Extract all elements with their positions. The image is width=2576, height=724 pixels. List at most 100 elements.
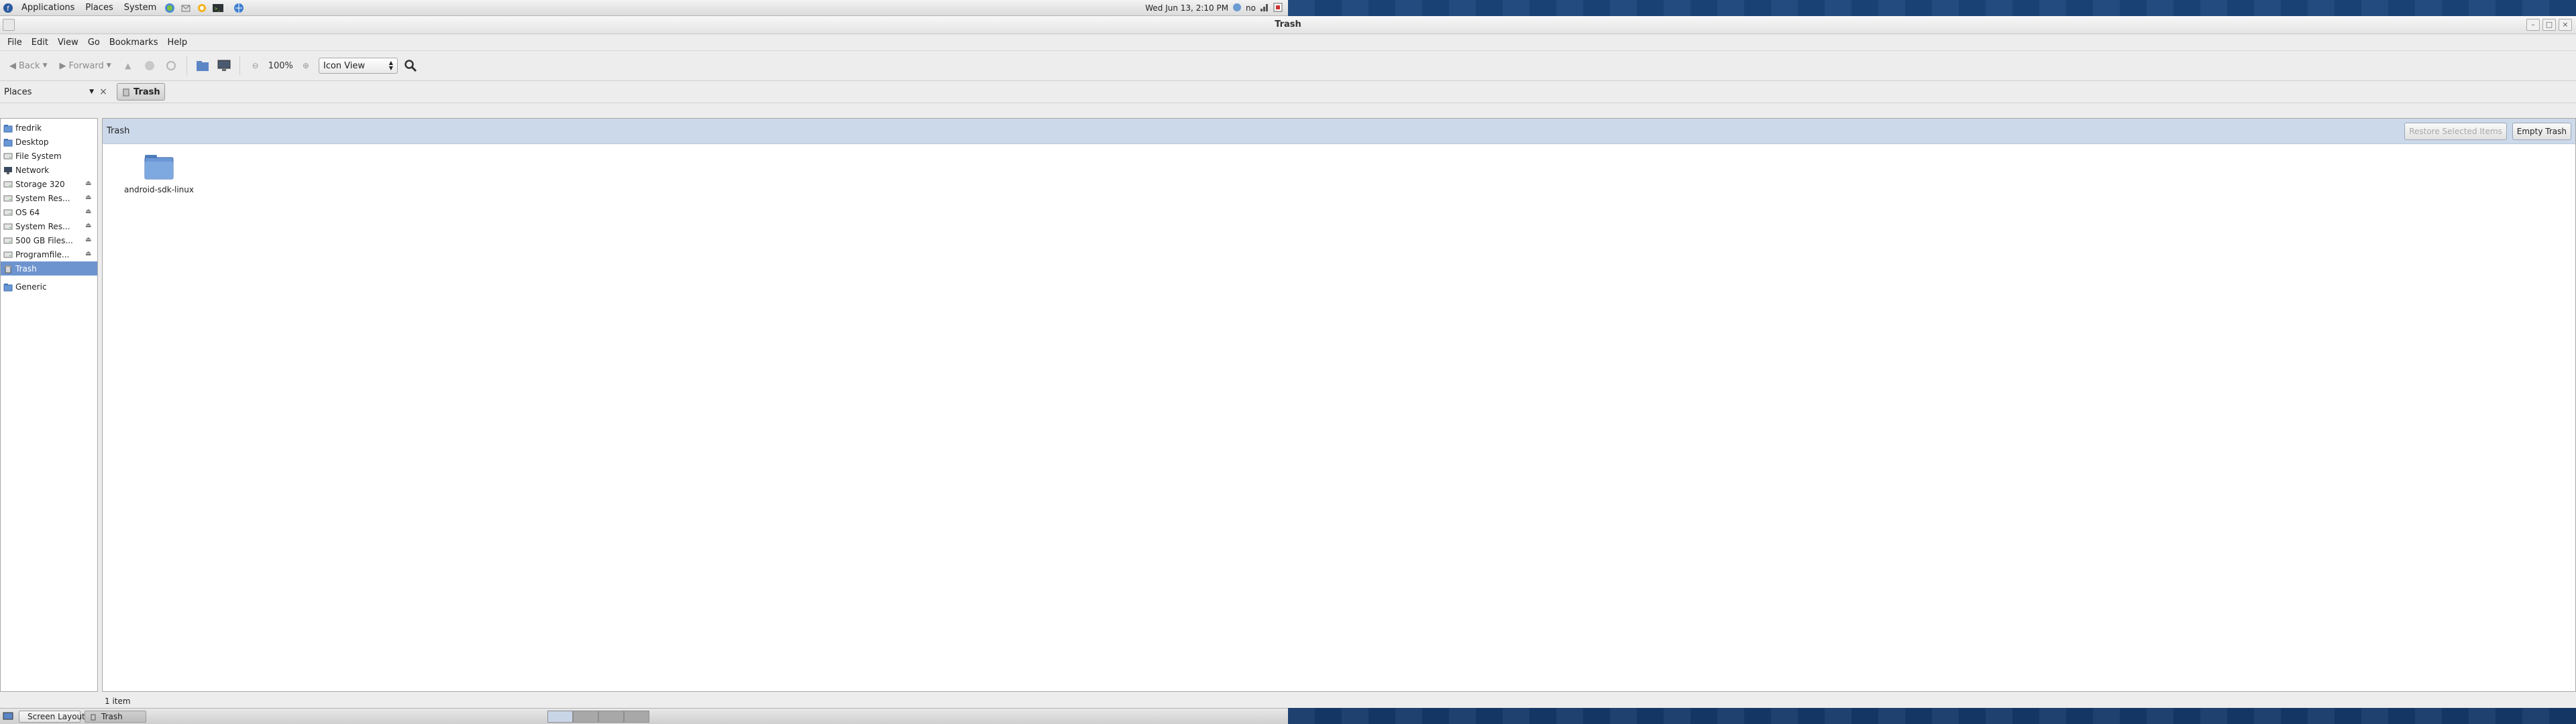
- workspace-3[interactable]: [598, 711, 624, 723]
- eject-icon[interactable]: ⏏: [85, 236, 93, 244]
- globe-icon[interactable]: [233, 2, 245, 14]
- toolbar: ◀ Back ▼ ▶ Forward ▼ ▲ ⊖ 100% ⊕ Icon Vie…: [0, 51, 2576, 81]
- file-view[interactable]: Trash Restore Selected Items Empty Trash…: [102, 118, 2576, 692]
- trash-infobar: Trash Restore Selected Items Empty Trash: [103, 119, 2575, 144]
- menubar: File Edit View Go Bookmarks Help: [0, 34, 2576, 51]
- task-trash[interactable]: Trash: [85, 710, 146, 723]
- toolbar-separator: [186, 56, 187, 75]
- clock[interactable]: Wed Jun 13, 2:10 PM: [1145, 3, 1228, 13]
- close-sidebar-icon[interactable]: ×: [98, 86, 109, 97]
- svg-text:f: f: [7, 5, 9, 13]
- sidebar-item-label: File System: [15, 151, 62, 161]
- reload-icon[interactable]: [162, 57, 180, 74]
- trash-icon: [3, 264, 13, 274]
- zoom-in-icon[interactable]: ⊕: [297, 57, 315, 74]
- folder-icon: [144, 155, 174, 180]
- stop-icon[interactable]: [141, 57, 158, 74]
- sidebar-item[interactable]: System Res... ⏏: [1, 219, 97, 233]
- maximize-button[interactable]: □: [2542, 19, 2556, 31]
- search-icon[interactable]: [402, 57, 419, 74]
- drive-icon: [3, 152, 13, 161]
- close-button[interactable]: ×: [2559, 19, 2572, 31]
- sidebar-item[interactable]: Network: [1, 163, 97, 177]
- home-icon[interactable]: [194, 57, 211, 74]
- forward-button[interactable]: ▶ Forward ▼: [55, 56, 115, 76]
- top-panel: f Applications Places System >_ Wed Jun …: [0, 0, 1288, 16]
- sidebar-item[interactable]: Programfile... ⏏: [1, 247, 97, 261]
- sidebar-item[interactable]: File System: [1, 149, 97, 163]
- sidebar-item-label: System Res...: [15, 221, 70, 231]
- sidebar-item-label: Network: [15, 165, 50, 175]
- location-bar: Places ▼ × Trash: [0, 81, 2576, 103]
- sidebar-type-select[interactable]: Places ▼: [0, 87, 98, 97]
- file-item[interactable]: android-sdk-linux: [119, 152, 199, 194]
- notification-icon[interactable]: [1273, 3, 1283, 14]
- places-menu[interactable]: Places: [80, 0, 118, 16]
- workspace-4[interactable]: [624, 711, 649, 723]
- system-menu[interactable]: System: [119, 0, 162, 16]
- menu-bookmarks[interactable]: Bookmarks: [105, 38, 163, 48]
- workspace-2[interactable]: [573, 711, 598, 723]
- minimize-button[interactable]: –: [2526, 19, 2540, 31]
- sidebar-item[interactable]: Storage 320 ⏏: [1, 177, 97, 191]
- restore-selected-button[interactable]: Restore Selected Items: [2404, 122, 2507, 140]
- fedora-logo-icon[interactable]: f: [2, 2, 14, 14]
- zoom-out-icon[interactable]: ⊖: [247, 57, 264, 74]
- sidebar-item[interactable]: fredrik: [1, 121, 97, 135]
- sidebar-item[interactable]: OS 64 ⏏: [1, 205, 97, 219]
- workspace-1[interactable]: [547, 711, 573, 723]
- web-browser-icon[interactable]: [164, 2, 176, 14]
- applications-menu[interactable]: Applications: [16, 0, 80, 16]
- sidebar-item[interactable]: Trash: [1, 261, 97, 276]
- sidebar-item[interactable]: 500 GB Files... ⏏: [1, 233, 97, 247]
- trash-bar-title: Trash: [107, 126, 130, 136]
- sidebar-item[interactable]: Generic: [1, 280, 97, 294]
- chevron-down-icon: ▼: [106, 62, 111, 69]
- chevron-down-icon: ▼: [42, 62, 48, 69]
- sun-icon[interactable]: [196, 2, 208, 14]
- eject-icon[interactable]: ⏏: [85, 250, 93, 258]
- computer-icon[interactable]: [215, 57, 233, 74]
- eject-icon[interactable]: ⏏: [85, 180, 93, 188]
- menu-go[interactable]: Go: [83, 38, 105, 48]
- menu-file[interactable]: File: [3, 38, 27, 48]
- path-button-trash[interactable]: Trash: [117, 83, 165, 101]
- terminal-icon[interactable]: >_: [212, 2, 224, 14]
- window-menu-icon[interactable]: [3, 19, 15, 31]
- back-arrow-icon: ◀: [9, 60, 16, 71]
- forward-arrow-icon: ▶: [59, 60, 66, 71]
- spin-arrows-icon: ▲ ▼: [388, 60, 393, 71]
- workspace-switcher: [547, 711, 649, 723]
- task-screen-layout-editor[interactable]: Screen Layout Editor: [19, 710, 111, 723]
- sidebar-item-label: OS 64: [15, 207, 40, 217]
- folder-icon: [3, 282, 13, 292]
- mail-icon[interactable]: [180, 2, 192, 14]
- menu-view[interactable]: View: [53, 38, 83, 48]
- content-area: fredrik Desktop File System Network Storage …: [0, 118, 2576, 708]
- view-mode-select[interactable]: Icon View ▲ ▼: [318, 58, 398, 74]
- chevron-down-icon: ▼: [89, 88, 94, 95]
- show-desktop-icon[interactable]: [1, 711, 15, 723]
- file-manager-window: Trash – □ × File Edit View Go Bookmarks …: [0, 16, 2576, 708]
- window-titlebar[interactable]: Trash – □ ×: [0, 16, 2576, 34]
- menu-edit[interactable]: Edit: [27, 38, 53, 48]
- home-folder-icon: [3, 123, 13, 133]
- empty-trash-button[interactable]: Empty Trash: [2512, 122, 2571, 140]
- sidebar-item-label: Desktop: [15, 137, 49, 147]
- keyboard-layout[interactable]: no: [1246, 3, 1256, 13]
- menu-help[interactable]: Help: [162, 38, 192, 48]
- eject-icon[interactable]: ⏏: [85, 208, 93, 216]
- back-button[interactable]: ◀ Back ▼: [5, 56, 51, 76]
- places-sidebar: fredrik Desktop File System Network Storage …: [0, 118, 98, 692]
- eject-icon[interactable]: ⏏: [85, 222, 93, 230]
- up-arrow-icon[interactable]: ▲: [119, 57, 137, 74]
- bottom-panel: Screen Layout Editor Trash: [0, 708, 1288, 724]
- network-signal-icon[interactable]: [1260, 3, 1269, 14]
- trash-icon: [91, 714, 96, 720]
- eject-icon[interactable]: ⏏: [85, 194, 93, 202]
- sidebar-item[interactable]: System Res... ⏏: [1, 191, 97, 205]
- sidebar-item[interactable]: Desktop: [1, 135, 97, 149]
- weather-icon[interactable]: [1232, 3, 1242, 14]
- drive-icon: [3, 222, 13, 231]
- sidebar-item-label: Storage 320: [15, 179, 65, 189]
